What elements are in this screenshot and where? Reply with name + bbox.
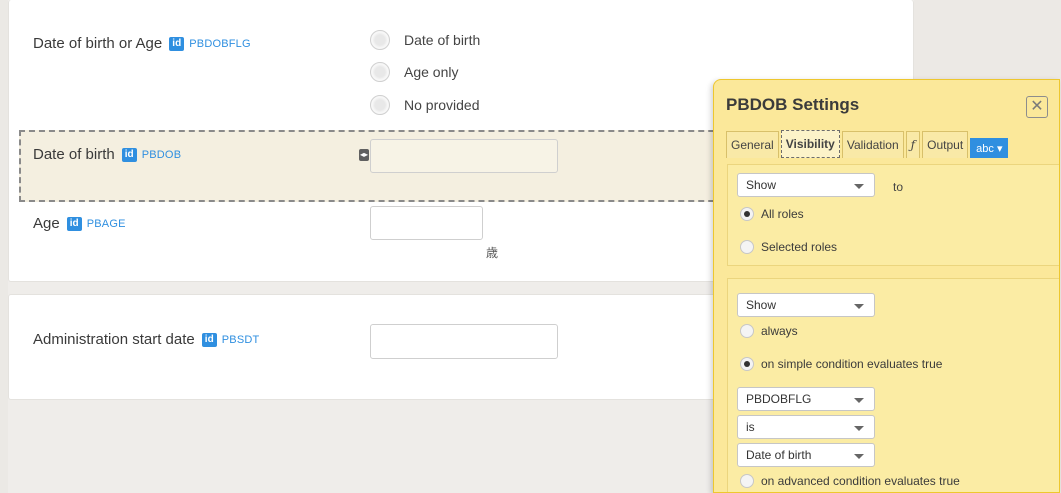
select-value: PBDOBFLG: [746, 392, 812, 406]
field-label-text: Administration start date: [33, 331, 195, 348]
id-badge-icon[interactable]: id: [121, 147, 137, 162]
select-value: is: [746, 420, 755, 434]
admin-start-date-input[interactable]: [370, 324, 558, 359]
tab-visibility[interactable]: Visibility: [780, 130, 840, 158]
settings-panel: PBDOB Settings ✕ General Visibility Vali…: [713, 79, 1060, 493]
chevron-down-icon: [854, 184, 864, 189]
radio-option-no-provided[interactable]: No provided: [370, 95, 480, 115]
radio-always[interactable]: always: [740, 324, 798, 338]
radio-label: always: [761, 324, 798, 338]
radio-button[interactable]: [370, 62, 390, 82]
condition-value-select[interactable]: Date of birth: [737, 443, 875, 467]
radio-button[interactable]: [740, 324, 754, 338]
field-label-admin-start: Administration start date id PBSDT: [33, 331, 259, 348]
condition-action-select[interactable]: Show: [737, 293, 875, 317]
chevron-down-icon: [854, 398, 864, 403]
field-label-text: Age: [33, 215, 60, 232]
variable-name: PBDOBFLG: [189, 37, 251, 50]
tab-function-icon[interactable]: ƒ: [905, 131, 921, 158]
visibility-action-select[interactable]: Show: [737, 173, 875, 197]
chevron-down-icon: [854, 426, 864, 431]
radio-label: on advanced condition evaluates true: [761, 474, 960, 488]
field-label-text: Date of birth: [33, 146, 115, 163]
radio-button[interactable]: [370, 95, 390, 115]
settings-title: PBDOB Settings: [726, 95, 860, 114]
close-icon[interactable]: ✕: [1026, 96, 1048, 118]
select-value: Show: [746, 178, 777, 192]
select-value: Date of birth: [746, 448, 812, 462]
radio-all-roles[interactable]: All roles: [740, 207, 804, 221]
tab-abc-dropdown[interactable]: abc ▾: [970, 138, 1009, 158]
radio-label: No provided: [404, 97, 480, 113]
radio-button[interactable]: [370, 30, 390, 50]
radio-label: on simple condition evaluates true: [761, 357, 943, 371]
field-label-dob: Date of birth id PBDOB: [33, 146, 181, 163]
radio-button[interactable]: [740, 207, 754, 221]
dob-input[interactable]: [370, 139, 558, 173]
resize-handle-icon[interactable]: ◂▸: [359, 149, 369, 161]
radio-advanced-condition[interactable]: on advanced condition evaluates true: [740, 474, 960, 488]
settings-tabs: General Visibility Validation ƒ Output a…: [726, 130, 1010, 158]
radio-label: All roles: [761, 207, 804, 221]
tab-general[interactable]: General: [726, 131, 779, 158]
page-gutter: [0, 0, 8, 493]
field-label-dob-or-age: Date of birth or Age id PBDOBFLG: [33, 35, 251, 52]
age-input[interactable]: [370, 206, 483, 240]
select-value: Show: [746, 298, 777, 312]
visibility-roles-section: Show to All roles Selected roles: [727, 164, 1059, 266]
radio-button[interactable]: [740, 474, 754, 488]
id-badge-icon[interactable]: id: [169, 36, 185, 51]
to-label: to: [893, 180, 904, 194]
age-unit-label: 歳: [486, 246, 499, 260]
radio-button[interactable]: [740, 357, 754, 371]
id-badge-icon[interactable]: id: [201, 332, 217, 347]
tab-validation[interactable]: Validation: [841, 131, 904, 158]
variable-name: PBSDT: [221, 333, 260, 346]
variable-name: PBAGE: [86, 217, 126, 230]
radio-button[interactable]: [740, 240, 754, 254]
chevron-down-icon: [854, 454, 864, 459]
radio-label: Date of birth: [404, 32, 481, 48]
field-label-age: Age id PBAGE: [33, 215, 126, 232]
variable-name: PBDOB: [141, 148, 182, 161]
radio-label: Selected roles: [761, 240, 838, 254]
radio-simple-condition[interactable]: on simple condition evaluates true: [740, 357, 942, 371]
field-label-text: Date of birth or Age: [33, 35, 163, 52]
radio-selected-roles[interactable]: Selected roles: [740, 240, 837, 254]
id-badge-icon[interactable]: id: [66, 216, 82, 231]
chevron-down-icon: [854, 304, 864, 309]
radio-option-date-of-birth[interactable]: Date of birth: [370, 30, 480, 50]
radio-label: Age only: [404, 64, 459, 80]
condition-variable-select[interactable]: PBDOBFLG: [737, 387, 875, 411]
condition-operator-select[interactable]: is: [737, 415, 875, 439]
radio-option-age-only[interactable]: Age only: [370, 62, 458, 82]
visibility-condition-section: Show always on simple condition evaluate…: [727, 278, 1059, 492]
tab-output[interactable]: Output: [922, 131, 969, 158]
